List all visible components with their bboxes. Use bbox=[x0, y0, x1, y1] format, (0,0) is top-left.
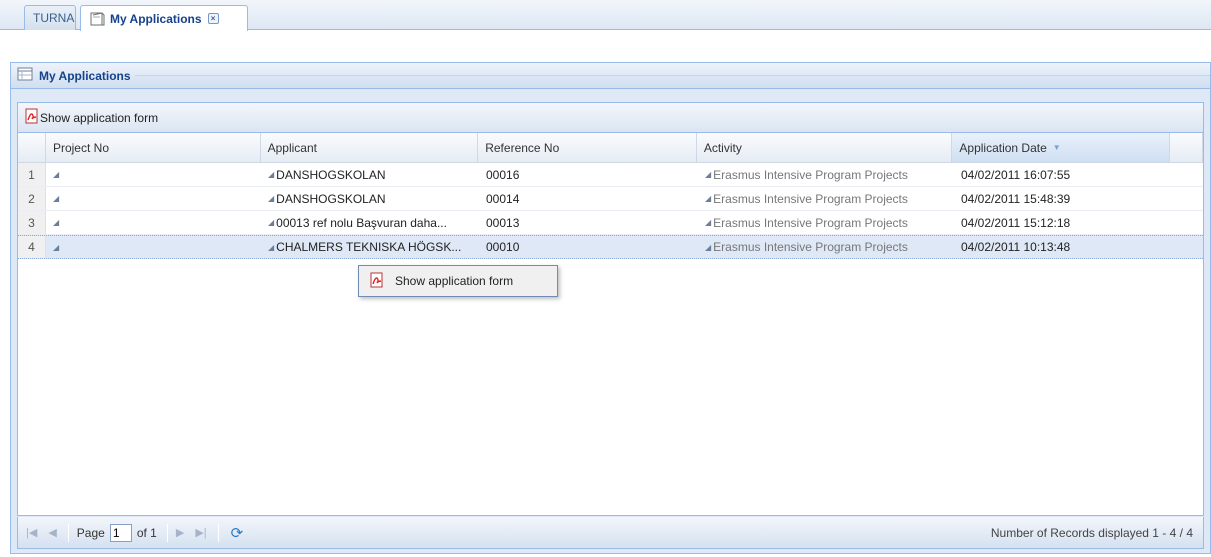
first-page-icon[interactable]: |◀ bbox=[26, 526, 37, 539]
paging-toolbar: |◀ ◀ Page of 1 ▶ ▶| ⟳ Number of Records … bbox=[17, 517, 1204, 549]
tab-my-applications[interactable]: My Applications × bbox=[80, 5, 248, 31]
expand-triangle-icon[interactable]: ◢ bbox=[268, 170, 274, 179]
cell-activity: ◢ Erasmus Intensive Program Projects bbox=[698, 163, 954, 186]
cell-reference-no: 00014 bbox=[486, 191, 520, 206]
page-of-label: of 1 bbox=[136, 525, 157, 540]
cell-reference-no: 00016 bbox=[486, 167, 520, 182]
panel-title: My Applications bbox=[39, 68, 131, 83]
tab-my-applications-label: My Applications bbox=[110, 11, 202, 26]
column-activity[interactable]: Activity bbox=[697, 133, 953, 162]
table-row[interactable]: 2 ◢ ◢ DANSHOGSKOLAN 00014 ◢ Erasmus Intens… bbox=[18, 187, 1203, 211]
prev-page-icon[interactable]: ◀ bbox=[48, 526, 56, 539]
cell-text: Erasmus Intensive Program Projects bbox=[713, 215, 908, 230]
row-number: 2 bbox=[18, 187, 46, 210]
expand-triangle-icon[interactable]: ◢ bbox=[705, 170, 711, 179]
pdf-icon bbox=[24, 108, 40, 127]
table-row[interactable]: 1 ◢ ◢ DANSHOGSKOLAN 00016 ◢ Erasmus Intens… bbox=[18, 163, 1203, 187]
table-row-selected[interactable]: 4 ◢ ◢ CHALMERS TEKNISKA HÖGSK... 00010 ◢ E… bbox=[18, 235, 1203, 259]
cell-application-date: 04/02/2011 15:12:18 bbox=[961, 215, 1071, 230]
column-label: Application Date bbox=[959, 140, 1047, 155]
expand-triangle-icon[interactable]: ◢ bbox=[705, 218, 711, 227]
cell-applicant: ◢ 00013 ref nolu Başvuran daha... bbox=[261, 211, 479, 234]
cell-activity: ◢ Erasmus Intensive Program Projects bbox=[698, 211, 954, 234]
expand-triangle-icon[interactable]: ◢ bbox=[53, 194, 59, 203]
cell-project-no: ◢ bbox=[46, 211, 261, 234]
row-number: 4 bbox=[18, 236, 46, 258]
table-row[interactable]: 3 ◢ ◢ 00013 ref nolu Başvuran daha... 000… bbox=[18, 211, 1203, 235]
context-menu: Show application form bbox=[358, 265, 558, 297]
expand-triangle-icon[interactable]: ◢ bbox=[53, 218, 59, 227]
cell-text: CHALMERS TEKNISKA HÖGSK... bbox=[276, 240, 462, 254]
show-application-form-button[interactable]: Show application form bbox=[24, 108, 158, 127]
expand-triangle-icon[interactable]: ◢ bbox=[268, 218, 274, 227]
cell-text: Erasmus Intensive Program Projects bbox=[713, 191, 908, 206]
header-rownum bbox=[18, 133, 46, 162]
cell-reference-no: 00013 bbox=[486, 215, 520, 230]
cell-applicant: ◢ CHALMERS TEKNISKA HÖGSK... bbox=[261, 236, 479, 258]
cell-application-date: 04/02/2011 16:07:55 bbox=[961, 167, 1071, 182]
cell-text: DANSHOGSKOLAN bbox=[276, 191, 386, 206]
expand-triangle-icon[interactable]: ◢ bbox=[53, 170, 59, 179]
panel-header-divider bbox=[134, 74, 1210, 77]
expand-triangle-icon[interactable]: ◢ bbox=[268, 194, 274, 203]
expand-triangle-icon[interactable]: ◢ bbox=[53, 243, 59, 252]
refresh-icon[interactable]: ⟳ bbox=[231, 524, 244, 542]
pager-separator bbox=[67, 523, 69, 542]
grid-icon bbox=[17, 67, 33, 84]
cell-text: Erasmus Intensive Program Projects bbox=[713, 240, 908, 254]
row-number: 1 bbox=[18, 163, 46, 186]
tab-strip: TURNA My Applications × bbox=[0, 0, 1211, 31]
pager-separator bbox=[217, 523, 219, 542]
expand-triangle-icon[interactable]: ◢ bbox=[268, 243, 274, 252]
cell-reference-no: 00010 bbox=[486, 240, 520, 254]
cell-activity: ◢ Erasmus Intensive Program Projects bbox=[698, 187, 954, 210]
cell-text: Erasmus Intensive Program Projects bbox=[713, 167, 908, 182]
cell-application-date: 04/02/2011 15:48:39 bbox=[961, 191, 1071, 206]
column-label: Reference No bbox=[485, 140, 560, 155]
column-label: Project No bbox=[52, 140, 109, 155]
tab-turna-label: TURNA bbox=[33, 11, 75, 25]
grid-header: Project No Applicant Reference No Activi… bbox=[18, 133, 1203, 163]
cell-text: 00013 ref nolu Başvuran daha... bbox=[276, 215, 447, 230]
cell-project-no: ◢ bbox=[46, 236, 261, 258]
cell-activity: ◢ Erasmus Intensive Program Projects bbox=[698, 236, 954, 258]
cell-project-no: ◢ bbox=[46, 187, 261, 210]
column-applicant[interactable]: Applicant bbox=[261, 133, 479, 162]
expand-triangle-icon[interactable]: ◢ bbox=[705, 194, 711, 203]
header-filler bbox=[1170, 133, 1203, 162]
context-menu-show-application-form[interactable]: Show application form bbox=[395, 274, 513, 288]
expand-triangle-icon[interactable]: ◢ bbox=[705, 243, 711, 252]
column-reference-no[interactable]: Reference No bbox=[478, 133, 697, 162]
show-application-form-label: Show application form bbox=[40, 110, 159, 125]
pdf-icon bbox=[369, 272, 385, 291]
tab-turna[interactable]: TURNA bbox=[24, 5, 76, 30]
records-displayed-info: Number of Records displayed 1 - 4 / 4 bbox=[990, 525, 1193, 540]
notebook-icon bbox=[89, 11, 105, 26]
last-page-icon[interactable]: ▶| bbox=[195, 526, 206, 539]
pager-separator bbox=[166, 523, 168, 542]
cell-project-no: ◢ bbox=[46, 163, 261, 186]
my-applications-panel: My Applications Show application form Pr… bbox=[10, 62, 1211, 554]
applications-grid: Project No Applicant Reference No Activi… bbox=[17, 132, 1204, 516]
cell-text: DANSHOGSKOLAN bbox=[276, 167, 386, 182]
column-project-no[interactable]: Project No bbox=[46, 133, 261, 162]
cell-application-date: 04/02/2011 10:13:48 bbox=[961, 240, 1071, 254]
close-tab-icon[interactable]: × bbox=[207, 13, 219, 24]
page-label: Page bbox=[76, 525, 105, 540]
grid-toolbar: Show application form bbox=[17, 102, 1204, 132]
cell-applicant: ◢ DANSHOGSKOLAN bbox=[261, 163, 479, 186]
page-number-input[interactable] bbox=[109, 523, 132, 542]
row-number: 3 bbox=[18, 211, 46, 234]
column-label: Applicant bbox=[267, 140, 317, 155]
column-label: Activity bbox=[703, 140, 742, 155]
next-page-icon[interactable]: ▶ bbox=[176, 526, 184, 539]
column-application-date[interactable]: Application Date ▼ bbox=[952, 133, 1171, 162]
panel-header: My Applications bbox=[11, 63, 1210, 89]
sort-desc-icon: ▼ bbox=[1052, 143, 1061, 152]
cell-applicant: ◢ DANSHOGSKOLAN bbox=[261, 187, 479, 210]
